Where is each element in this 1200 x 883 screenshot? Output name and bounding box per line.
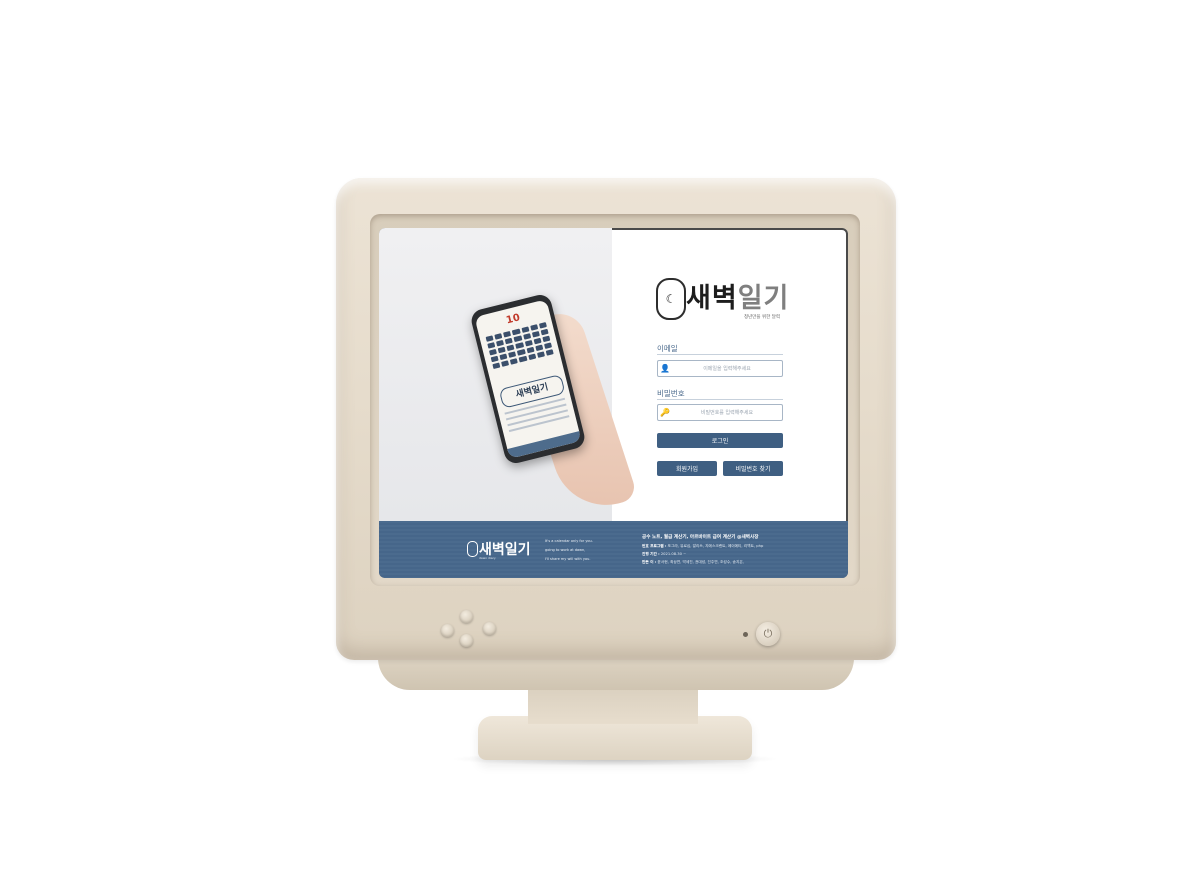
footer-tagline-2: going to work at dawn, [545,548,586,552]
monitor-lower-housing [378,658,854,690]
monitor-stand-neck [528,684,698,724]
email-divider [657,354,783,355]
password-divider [657,399,783,400]
brand-subtitle: 청년만을 위한 달력 [744,315,780,320]
footer-info-row: 만든 이 : 윤서현, 최상연, 박세진, 권대성, 진주연, 조성수, 송지은… [642,560,744,564]
password-label: 비밀번호 [657,389,685,398]
email-placeholder: 이메일을 입력해주세요 [703,366,751,372]
login-button[interactable]: 로그인 [657,433,783,448]
find-password-button[interactable]: 비밀번호 찾기 [723,461,783,476]
footer-info-row: 진행 기간 : 2021.08.30 ~ [642,552,687,556]
footer-tagline-3: I'll share my will with you. [545,557,591,561]
brand-title: 새벽일기 [686,283,790,314]
key-icon: 🔑 [660,408,670,417]
footer: 새벽일기 dawn diary It's a calendar only for… [379,521,848,578]
footer-tagline-1: It's a calendar only for you. [545,539,593,543]
password-placeholder: 비밀번호를 입력해주세요 [700,410,754,416]
signup-button[interactable]: 회원가입 [657,461,717,476]
footer-info-row: 번호 프로그램 : 포그라, 유로십, 알리쓰, 지에스크랜트, 에이에티, 리… [642,544,764,548]
footer-headline: 공수 노트, 월급 계산기, 아르바이트 급여 계산기 @새벽사장 [642,535,759,540]
power-icon: ⏻ [763,627,773,640]
power-button[interactable]: ⏻ [756,622,780,646]
footer-logo-sub: dawn diary [479,556,496,560]
hero-image: 10 새벽일기 [379,228,639,521]
monitor-screen: 10 새벽일기 ☾ 새벽일기 청년만을 위한 달력 이메일 👤 이메일을 입력해… [379,228,848,578]
footer-emblem-icon [467,541,478,557]
power-led [743,632,748,637]
user-icon: 👤 [660,364,670,373]
moon-emblem-icon: ☾ [656,278,686,320]
email-label: 이메일 [657,344,678,353]
monitor-up-button[interactable] [460,610,473,623]
monitor-down-button[interactable] [460,634,473,647]
monitor-right-button[interactable] [483,622,496,635]
monitor-left-button[interactable] [441,624,454,637]
brand-logo: ☾ 새벽일기 청년만을 위한 달력 [656,276,816,326]
email-field[interactable]: 👤 이메일을 입력해주세요 [657,360,783,377]
password-field[interactable]: 🔑 비밀번호를 입력해주세요 [657,404,783,421]
